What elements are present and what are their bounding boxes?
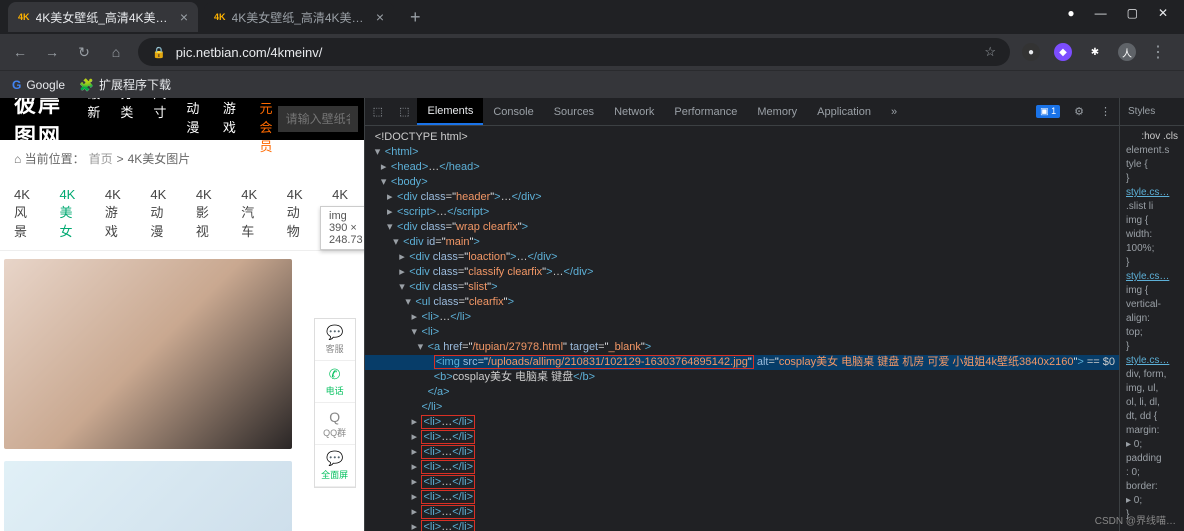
qq-icon: Q bbox=[329, 409, 340, 425]
styles-body[interactable]: :hov .cls element.style {}style.cs….slis… bbox=[1120, 126, 1184, 531]
webpage: 彼岸图网 最新 分类 尺寸 4K动漫 4K游戏 1元会员 ⌂ 当前位置： 首页 … bbox=[0, 98, 364, 531]
bookmark-item[interactable]: G Google bbox=[12, 78, 65, 92]
widget-item[interactable]: ✆电话 bbox=[315, 361, 355, 403]
tab-title: 4K美女壁纸_高清4K美女图片_彼 bbox=[36, 9, 174, 26]
chat-icon: 💬 bbox=[326, 324, 343, 341]
bookmarks-bar: G Google 🧩 扩展程序下载 bbox=[0, 70, 1184, 98]
tab-memory[interactable]: Memory bbox=[747, 98, 807, 125]
inspect-tooltip: img 390 × 248.73 bbox=[320, 206, 364, 250]
site-topnav: 最新 分类 尺寸 4K动漫 4K游戏 1元会员 bbox=[87, 98, 277, 155]
breadcrumb-current: 4K美女图片 bbox=[128, 150, 191, 167]
site-search bbox=[278, 106, 358, 132]
new-tab-button[interactable]: + bbox=[400, 7, 431, 28]
tab-favicon: 4K bbox=[214, 12, 226, 22]
bookmark-item[interactable]: 🧩 扩展程序下载 bbox=[79, 76, 171, 93]
close-icon[interactable]: × bbox=[180, 9, 188, 25]
tabs-overflow[interactable]: » bbox=[881, 98, 907, 125]
styles-tab[interactable]: Styles bbox=[1120, 98, 1184, 126]
site-logo[interactable]: 彼岸图网 bbox=[0, 98, 87, 151]
extensions: ● ◆ ✱ 人 ⋮ bbox=[1022, 42, 1174, 62]
tab-elements[interactable]: Elements bbox=[417, 98, 483, 125]
devtools: ⬚ ⬚ Elements Console Sources Network Per… bbox=[364, 98, 1184, 531]
address-bar: ← → ↻ ⌂ 🔒 pic.netbian.com/4kmeinv/ ☆ ● ◆… bbox=[0, 34, 1184, 70]
extensions-puzzle-icon[interactable]: ✱ bbox=[1086, 43, 1104, 61]
gallery-thumb[interactable] bbox=[4, 259, 292, 449]
tab-console[interactable]: Console bbox=[483, 98, 543, 125]
category-link[interactable]: 4K动漫 bbox=[150, 187, 167, 240]
widget-item[interactable]: QQQ群 bbox=[315, 403, 355, 445]
issue-badge[interactable]: ▣ 1 bbox=[1036, 105, 1060, 118]
watermark: CSDN @界线喵… bbox=[1095, 512, 1176, 527]
url-text: pic.netbian.com/4kmeinv/ bbox=[176, 45, 323, 60]
nav-vip-link[interactable]: 1元会员 bbox=[259, 98, 277, 155]
category-link[interactable]: 4K影视 bbox=[196, 187, 213, 240]
tab-title: 4K美女壁纸_高清4K美女图片_彼 bbox=[232, 9, 370, 26]
close-window-button[interactable]: ✕ bbox=[1158, 6, 1168, 20]
widget-item[interactable]: 💬全面屏 bbox=[315, 445, 355, 487]
inspect-icon[interactable]: ⬚ bbox=[365, 105, 391, 118]
extension-icon[interactable]: ◆ bbox=[1054, 43, 1072, 61]
nav-link[interactable]: 4K动漫 bbox=[186, 98, 203, 155]
phone-icon: ✆ bbox=[329, 366, 341, 383]
image-gallery bbox=[0, 251, 364, 531]
bookmark-label: 扩展程序下载 bbox=[99, 76, 171, 93]
maximize-button[interactable]: ▢ bbox=[1127, 6, 1138, 20]
extension-icon[interactable]: ● bbox=[1022, 43, 1040, 61]
nav-link[interactable]: 尺寸 bbox=[153, 98, 166, 155]
bookmark-star-icon[interactable]: ☆ bbox=[984, 44, 996, 60]
breadcrumb-home[interactable]: 首页 bbox=[89, 150, 113, 167]
gallery-thumb-inspected[interactable] bbox=[4, 461, 292, 531]
account-icon[interactable]: ● bbox=[1067, 6, 1074, 20]
minimize-button[interactable]: — bbox=[1095, 6, 1107, 20]
nav-link[interactable]: 最新 bbox=[87, 98, 100, 155]
close-icon[interactable]: × bbox=[376, 9, 384, 25]
widget-item[interactable]: 💬客服 bbox=[315, 319, 355, 361]
category-link-active[interactable]: 4K美女 bbox=[59, 187, 76, 240]
google-icon: G bbox=[12, 78, 21, 92]
content-area: 彼岸图网 最新 分类 尺寸 4K动漫 4K游戏 1元会员 ⌂ 当前位置： 首页 … bbox=[0, 98, 1184, 531]
breadcrumb-sep: > bbox=[117, 152, 124, 166]
forward-button[interactable]: → bbox=[42, 44, 62, 60]
tab-network[interactable]: Network bbox=[604, 98, 664, 125]
dom-tree[interactable]: <!DOCTYPE html> ▾<html> ▸<head>…</head> … bbox=[365, 126, 1119, 531]
devtools-tabs: ⬚ ⬚ Elements Console Sources Network Per… bbox=[365, 98, 1119, 126]
reload-button[interactable]: ↻ bbox=[74, 44, 94, 61]
menu-icon[interactable]: ⋮ bbox=[1150, 42, 1166, 62]
back-button[interactable]: ← bbox=[10, 44, 30, 60]
search-input[interactable] bbox=[278, 106, 358, 132]
window-controls: ● — ▢ ✕ bbox=[1051, 0, 1184, 26]
tab-application[interactable]: Application bbox=[807, 98, 881, 125]
bookmark-icon: 🧩 bbox=[79, 78, 94, 92]
browser-tabbar: 4K 4K美女壁纸_高清4K美女图片_彼 × 4K 4K美女壁纸_高清4K美女图… bbox=[0, 0, 1184, 34]
url-input[interactable]: 🔒 pic.netbian.com/4kmeinv/ ☆ bbox=[138, 38, 1010, 66]
profile-avatar[interactable]: 人 bbox=[1118, 43, 1136, 61]
browser-tab-active[interactable]: 4K 4K美女壁纸_高清4K美女图片_彼 × bbox=[8, 2, 198, 32]
nav-link[interactable]: 4K游戏 bbox=[223, 98, 240, 155]
gear-icon[interactable]: ⚙ bbox=[1066, 105, 1092, 118]
hov-cls-toggle[interactable]: :hov .cls bbox=[1126, 130, 1178, 144]
lock-icon: 🔒 bbox=[152, 46, 166, 59]
category-link[interactable]: 4K游戏 bbox=[105, 187, 122, 240]
nav-link[interactable]: 分类 bbox=[120, 98, 133, 155]
wechat-icon: 💬 bbox=[326, 450, 343, 467]
dots-icon[interactable]: ⋮ bbox=[1092, 105, 1119, 118]
device-icon[interactable]: ⬚ bbox=[391, 105, 417, 118]
styles-panel: Styles :hov .cls element.style {}style.c… bbox=[1119, 98, 1184, 531]
tab-performance[interactable]: Performance bbox=[664, 98, 747, 125]
tab-favicon: 4K bbox=[18, 12, 30, 22]
tab-sources[interactable]: Sources bbox=[544, 98, 604, 125]
category-link[interactable]: 4K动物 bbox=[287, 187, 304, 240]
bookmark-label: Google bbox=[26, 78, 65, 92]
devtools-main: ⬚ ⬚ Elements Console Sources Network Per… bbox=[365, 98, 1119, 531]
category-nav: 4K风景 4K美女 4K游戏 4K动漫 4K影视 4K汽车 4K动物 4K人物 bbox=[0, 177, 364, 251]
category-link[interactable]: 4K风景 bbox=[14, 187, 31, 240]
breadcrumb-prefix: ⌂ 当前位置： bbox=[14, 150, 85, 167]
site-header: 彼岸图网 最新 分类 尺寸 4K动漫 4K游戏 1元会员 bbox=[0, 98, 364, 140]
browser-tab[interactable]: 4K 4K美女壁纸_高清4K美女图片_彼 × bbox=[204, 2, 394, 32]
category-link[interactable]: 4K汽车 bbox=[241, 187, 258, 240]
home-button[interactable]: ⌂ bbox=[106, 44, 126, 60]
floating-widget: 💬客服 ✆电话 QQQ群 💬全面屏 bbox=[314, 318, 356, 488]
